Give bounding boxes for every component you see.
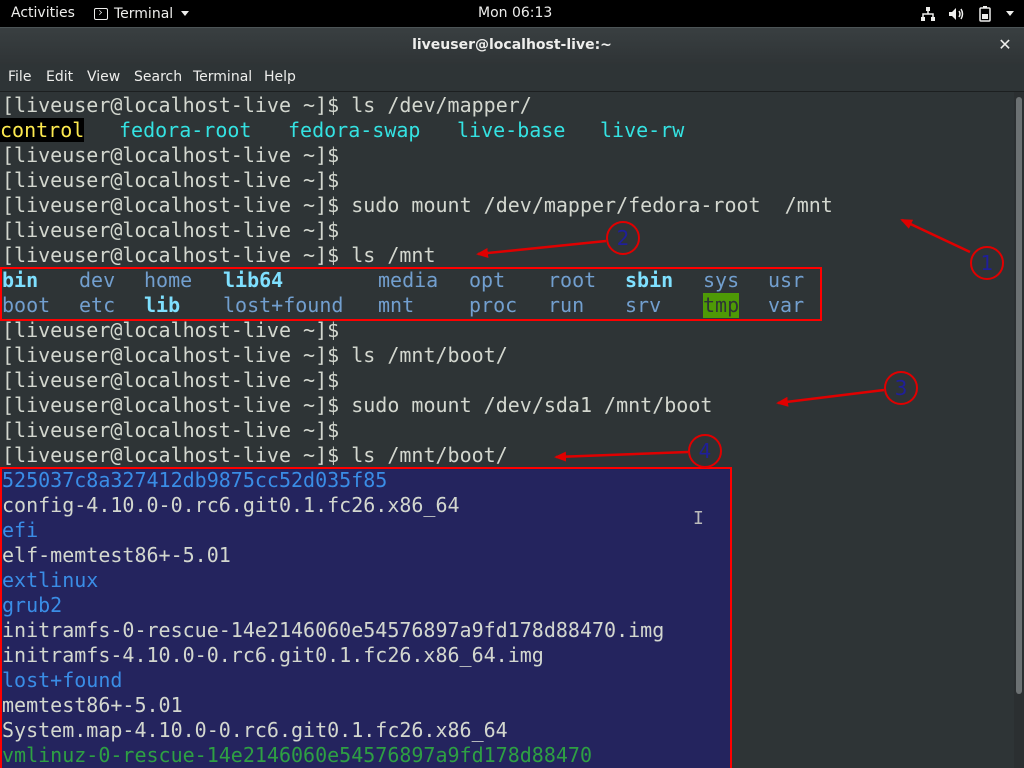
arrow-1 — [900, 218, 971, 254]
annotation-marker-2: 2 — [606, 221, 640, 255]
arrow-3 — [776, 388, 885, 407]
arrow-2 — [476, 239, 607, 258]
arrow-4 — [554, 450, 689, 462]
annotation-marker-1: 1 — [970, 246, 1004, 280]
annotation-arrows — [476, 218, 971, 462]
annotation-marker-4: 4 — [688, 434, 722, 468]
annotation-marker-3: 3 — [884, 371, 918, 405]
